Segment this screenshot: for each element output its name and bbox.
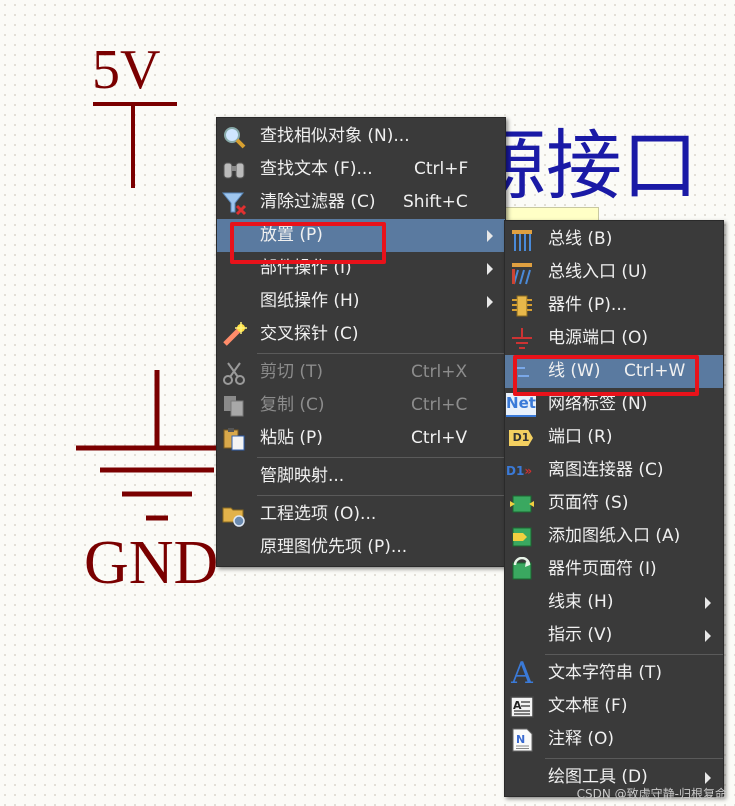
submenu-item-device-sheet-symbol[interactable]: 器件页面符 (I) xyxy=(505,553,723,586)
device-sheet-symbol-icon xyxy=(512,557,532,580)
bus-entry-icon xyxy=(512,263,532,285)
net-label-icon: Net xyxy=(506,393,536,417)
chevron-right-icon xyxy=(705,630,711,642)
place-submenu: 总线 (B) 总线入口 (U) 器件 (P)... 电源端口 (O) 线 (W)… xyxy=(504,220,724,797)
chevron-right-icon xyxy=(487,296,493,308)
bus-icon xyxy=(512,230,532,251)
submenu-item-power-port[interactable]: 电源端口 (O) xyxy=(505,322,723,355)
clear-filter-icon xyxy=(221,192,247,216)
menu-separator xyxy=(545,654,723,655)
menu-item-sheet-actions[interactable]: 图纸操作 (H) xyxy=(217,285,505,318)
power-port-icon xyxy=(512,328,532,349)
chevron-right-icon xyxy=(487,263,493,275)
port-icon: D1 xyxy=(509,430,533,446)
cross-probe-icon xyxy=(223,322,247,346)
submenu-item-off-sheet-connector[interactable]: D1» 离图连接器 (C) xyxy=(505,454,723,487)
sheet-symbol-icon xyxy=(510,495,534,513)
submenu-item-bus[interactable]: 总线 (B) xyxy=(505,223,723,256)
note-icon: N xyxy=(512,728,533,752)
context-menu: 查找相似对象 (N)... 查找文本 (F)... Ctrl+F 清除过滤器 (… xyxy=(216,117,506,567)
submenu-item-sheet-symbol[interactable]: 页面符 (S) xyxy=(505,487,723,520)
chevron-right-icon xyxy=(705,597,711,609)
menu-separator xyxy=(257,457,505,458)
menu-item-project-options[interactable]: 工程选项 (O)... xyxy=(217,498,505,531)
chevron-right-icon xyxy=(705,772,711,784)
highlight-box-wire xyxy=(513,355,699,396)
highlight-box-place xyxy=(230,222,386,264)
submenu-item-text-frame[interactable]: A 文本框 (F) xyxy=(505,690,723,723)
menu-item-paste[interactable]: 粘贴 (P) Ctrl+V xyxy=(217,422,505,455)
submenu-item-bus-entry[interactable]: 总线入口 (U) xyxy=(505,256,723,289)
binoculars-icon xyxy=(223,162,245,179)
submenu-item-directives[interactable]: 指示 (V) xyxy=(505,619,723,652)
off-sheet-connector-icon: D1» xyxy=(506,464,533,478)
submenu-item-port[interactable]: D1 端口 (R) xyxy=(505,421,723,454)
menu-item-clear-filter[interactable]: 清除过滤器 (C) Shift+C xyxy=(217,186,505,219)
text-frame-icon: A xyxy=(510,696,534,718)
submenu-item-harness[interactable]: 线束 (H) xyxy=(505,586,723,619)
component-icon xyxy=(512,295,532,317)
submenu-item-component[interactable]: 器件 (P)... xyxy=(505,289,723,322)
submenu-item-text-string[interactable]: A 文本字符串 (T) xyxy=(505,657,723,690)
menu-item-find-similar[interactable]: 查找相似对象 (N)... xyxy=(217,120,505,153)
chevron-right-icon xyxy=(487,230,493,242)
svg-text:N: N xyxy=(516,733,525,746)
submenu-item-note[interactable]: N 注释 (O) xyxy=(505,723,723,756)
sheet-entry-icon xyxy=(512,527,532,547)
scissors-icon xyxy=(223,362,245,385)
menu-separator xyxy=(257,353,505,354)
menu-item-schematic-preferences[interactable]: 原理图优先项 (P)... xyxy=(217,531,505,564)
ground-label: GND xyxy=(84,529,219,597)
project-options-icon xyxy=(222,507,245,527)
menu-item-find-text[interactable]: 查找文本 (F)... Ctrl+F xyxy=(217,153,505,186)
power-label: 5V xyxy=(92,39,161,101)
menu-separator xyxy=(257,495,505,496)
text-string-icon: A xyxy=(511,656,533,691)
watermark: CSDN @致虚守静-归根复命 xyxy=(576,787,727,801)
menu-item-pin-mapping[interactable]: 管脚映射... xyxy=(217,460,505,493)
menu-item-cut[interactable]: 剪切 (T) Ctrl+X xyxy=(217,356,505,389)
submenu-item-sheet-entry[interactable]: 添加图纸入口 (A) xyxy=(505,520,723,553)
copy-icon xyxy=(224,396,244,417)
menu-item-copy[interactable]: 复制 (C) Ctrl+C xyxy=(217,389,505,422)
svg-text:A: A xyxy=(513,699,522,712)
menu-item-cross-probe[interactable]: 交叉探针 (C) xyxy=(217,318,505,351)
menu-separator xyxy=(545,758,723,759)
paste-icon xyxy=(223,428,245,451)
search-similar-icon xyxy=(224,127,246,149)
